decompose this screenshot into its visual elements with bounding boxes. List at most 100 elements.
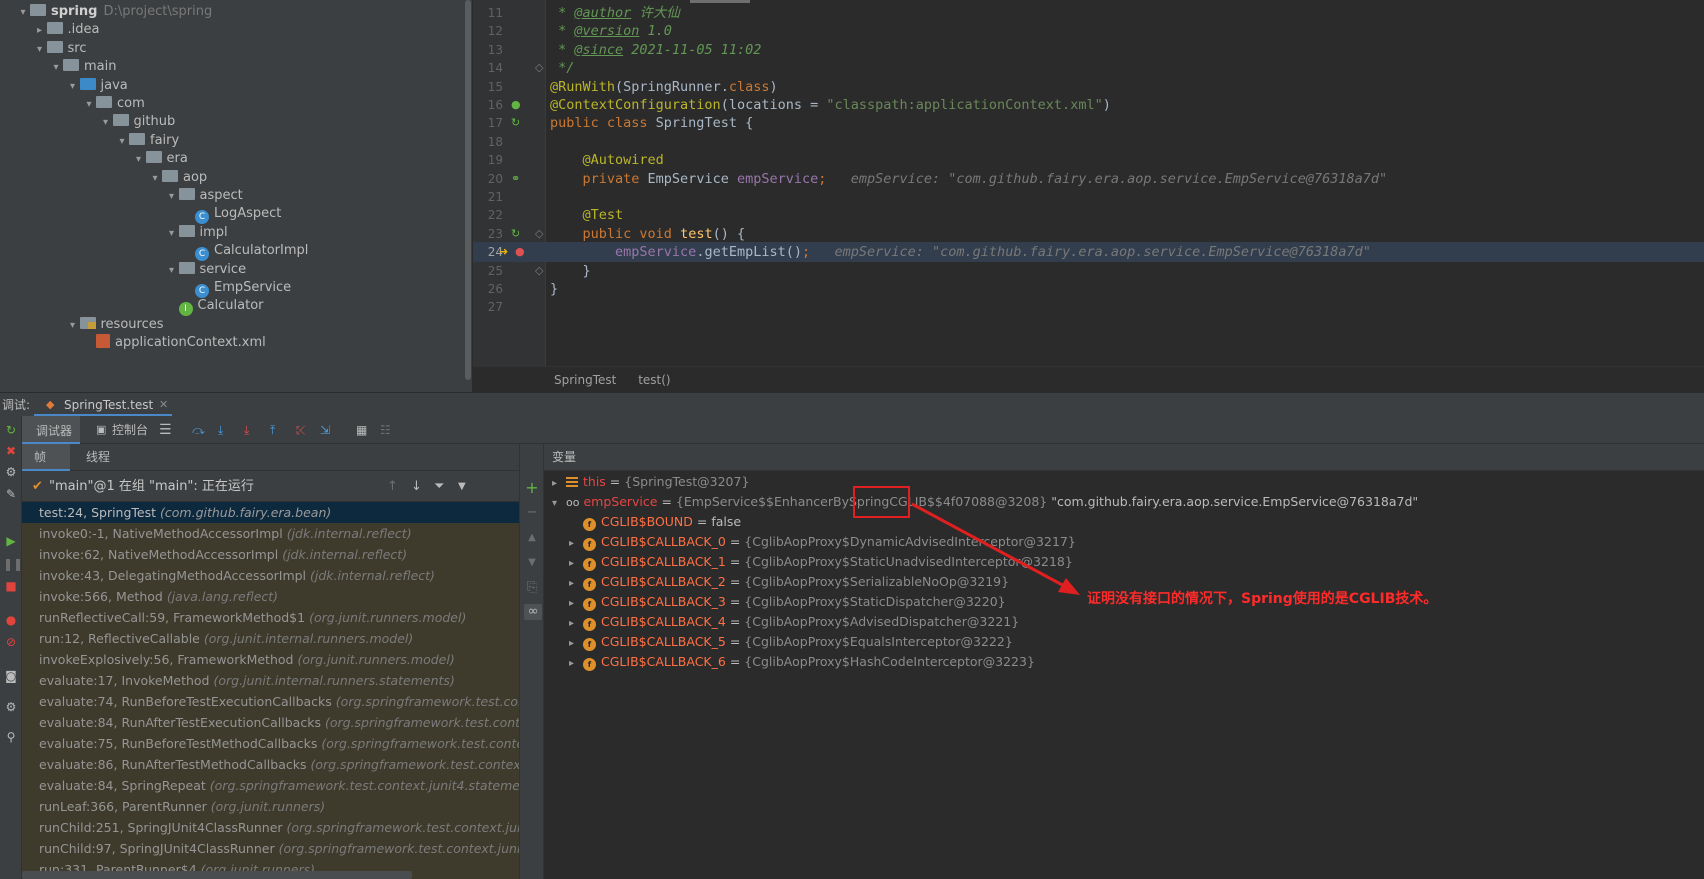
chevron-icon[interactable]: ▾ [66,77,80,97]
tree-item[interactable]: ▾ era [132,149,188,169]
variable-row[interactable]: ▾ oo empService = {EmpService$$EnhancerByS… [552,492,1418,512]
spring-bean-icon[interactable]: ● [511,95,521,115]
variable-row[interactable]: ▸ this = {SpringTest@3207} [552,472,749,492]
tab-console[interactable]: 控制台 [112,421,148,439]
tree-item[interactable]: ▾ aspect [165,186,243,206]
thread-label[interactable]: "main"@1 在组 "main": 正在运行 [49,471,254,502]
settings-icon[interactable]: ⚙ [3,699,19,715]
expand-arrow-icon[interactable]: ▾ [552,494,566,514]
execution-point-icon[interactable]: ➜ [499,242,508,262]
expand-arrow-icon[interactable]: ▸ [569,654,583,674]
run-test-icon[interactable]: ↻ [511,224,520,244]
add-watch-icon[interactable]: + [524,480,540,496]
run-to-cursor-icon[interactable]: ⇲ [320,421,330,439]
stack-frame[interactable]: evaluate:17, InvokeMethod (org.junit.int… [22,670,519,691]
drop-frame-icon[interactable]: ⤪ [296,421,306,439]
code-editor[interactable]: * @author 许大仙 * @version 1.0 * @since 20… [546,0,1704,366]
tree-item[interactable]: ▸ .idea [33,20,99,40]
breadcrumb-method[interactable]: test() [638,373,670,387]
editor-gutter[interactable]: 11 12 13 14 15 16 17 18 19 20 21 22 23 24 25 26 27 ● ↻ ⚭ ↻ ➜ ●… [473,0,546,366]
tree-item[interactable]: ▾ impl [165,223,228,243]
evaluate-expression-icon[interactable]: ▦ [356,421,367,439]
tree-item[interactable]: ▾ main [49,57,116,77]
stack-frame[interactable]: runChild:97, SpringJUnit4ClassRunner (or… [22,838,519,859]
down-arrow-icon[interactable]: ↓ [411,471,422,502]
show-execution-point-icon[interactable]: ⤼ [192,421,205,439]
stack-frame[interactable]: invoke:566, Method (java.lang.reflect) [22,586,519,607]
pin-icon[interactable]: ⚲ [3,729,19,745]
rerun-failed-icon[interactable]: ✖ [3,443,19,459]
tree-item[interactable]: applicationContext.xml [82,333,266,353]
stack-frame[interactable]: invokeExplosively:56, FrameworkMethod (o… [22,649,519,670]
chevron-down-icon[interactable]: ▼ [458,471,466,502]
copy-icon[interactable]: ⎘ [524,580,540,596]
project-tree[interactable]: ▾ spring D:\project\spring ▸ .idea ▾ src ▾ main ▾… [0,0,463,392]
stack-frame[interactable]: runLeaf:366, ParentRunner (org.junit.run… [22,796,519,817]
breakpoint-icon[interactable]: ● [515,242,525,262]
debug-settings-icon[interactable]: ⚙ [3,464,19,480]
stack-frame[interactable]: evaluate:86, RunAfterTestMethodCallbacks… [22,754,519,775]
stack-frame[interactable]: evaluate:75, RunBeforeTestMethodCallback… [22,733,519,754]
stack-frame[interactable]: runChild:251, SpringJUnit4ClassRunner (o… [22,817,519,838]
expand-arrow-icon[interactable]: ▸ [569,554,583,574]
stop-icon[interactable]: ■ [3,578,19,594]
chevron-icon[interactable]: ▾ [115,132,129,152]
thread-selector[interactable]: ✔ "main"@1 在组 "main": 正在运行 ↑ ↓ ⏷ ▼ [22,471,519,502]
tree-item[interactable]: ▾ com [82,94,145,114]
stack-frame[interactable]: evaluate:84, SpringRepeat (org.springfra… [22,775,519,796]
tree-item[interactable]: ▾ fairy [115,131,179,151]
chevron-icon[interactable]: ▾ [148,169,162,189]
tree-item[interactable]: ▾ aop [148,168,207,188]
view-breakpoints-icon[interactable]: ● [3,612,19,628]
frames-hscrollbar[interactable] [22,871,412,879]
chevron-icon[interactable]: ▾ [165,261,179,281]
tab-threads[interactable]: 线程 [86,444,110,471]
up-arrow-icon[interactable]: ↑ [387,471,398,502]
step-into-icon[interactable]: ⤓ [244,421,249,439]
expand-arrow-icon[interactable]: ▸ [569,574,583,594]
wrench-icon[interactable]: ✎ [3,486,19,502]
expand-arrow-icon[interactable]: ▸ [552,474,566,494]
chevron-icon[interactable]: ▾ [99,113,113,133]
variable-row[interactable]: ▸ f CGLIB$CALLBACK_3 = {CglibAopProxy$Stat… [569,592,1006,612]
trace-icon[interactable]: ☷ [380,421,391,439]
variable-row[interactable]: ▸ f CGLIB$CALLBACK_6 = {CglibAopProxy$Hash… [569,652,1035,672]
autowired-icon[interactable]: ⚭ [511,169,520,189]
tree-scrollbar-thumb[interactable] [465,0,471,380]
chevron-icon[interactable]: ▾ [16,3,30,23]
stack-frame[interactable]: evaluate:84, RunAfterTestExecutionCallba… [22,712,519,733]
tree-item[interactable]: ▾ resources [66,315,164,335]
tab-debugger[interactable]: 调试器 [22,416,80,444]
remove-watch-icon[interactable]: − [524,505,540,521]
expand-arrow-icon[interactable]: ▸ [569,534,583,554]
expand-arrow-icon[interactable]: ▸ [569,634,583,654]
move-down-icon[interactable]: ▼ [524,555,540,571]
breadcrumb-class[interactable]: SpringTest [554,373,616,387]
pause-icon[interactable]: ❚❚ [3,556,23,572]
tree-item[interactable]: ▾ service [165,260,246,281]
tree-item[interactable]: C LogAspect [181,204,281,225]
tab-frames[interactable]: 帧 [22,444,70,471]
fold-icon[interactable]: ◇ [535,224,543,244]
mute-breakpoints-icon[interactable]: ⊘ [3,634,19,650]
step-out-icon[interactable]: ⤒ [270,421,275,439]
tree-item[interactable]: C EmpService [181,278,291,298]
variable-row[interactable]: ▸ f CGLIB$CALLBACK_2 = {CglibAopProxy$Seri… [569,572,1009,592]
stack-frame[interactable]: runReflectiveCall:59, FrameworkMethod$1 … [22,607,519,628]
watches-glasses-icon[interactable]: ∞ [524,604,542,620]
tree-item[interactable]: ▾ java [66,76,128,96]
run-test-icon[interactable]: ↻ [511,113,520,133]
variable-row[interactable]: ▸ f CGLIB$CALLBACK_1 = {CglibAopProxy$Stat… [569,552,1073,572]
tree-item[interactable]: C CalculatorImpl [181,241,308,262]
expand-arrow-icon[interactable]: ▸ [569,594,583,614]
variable-row[interactable]: ▸ f CGLIB$CALLBACK_4 = {CglibAopProxy$Advi… [569,612,1019,632]
variable-row[interactable]: f CGLIB$BOUND = false [569,512,741,532]
tree-scrollbar[interactable] [463,0,473,392]
chevron-icon[interactable]: ▾ [33,40,47,60]
stack-frame[interactable]: invoke:43, DelegatingMethodAccessorImpl … [22,565,519,586]
expand-arrow-icon[interactable]: ▸ [569,614,583,634]
variable-row[interactable]: ▸ f CGLIB$CALLBACK_5 = {CglibAopProxy$Equa… [569,632,1013,652]
chevron-icon[interactable]: ▾ [132,150,146,170]
stack-frame[interactable]: run:12, ReflectiveCallable (org.junit.in… [22,628,519,649]
camera-icon[interactable]: ◙ [3,668,19,684]
